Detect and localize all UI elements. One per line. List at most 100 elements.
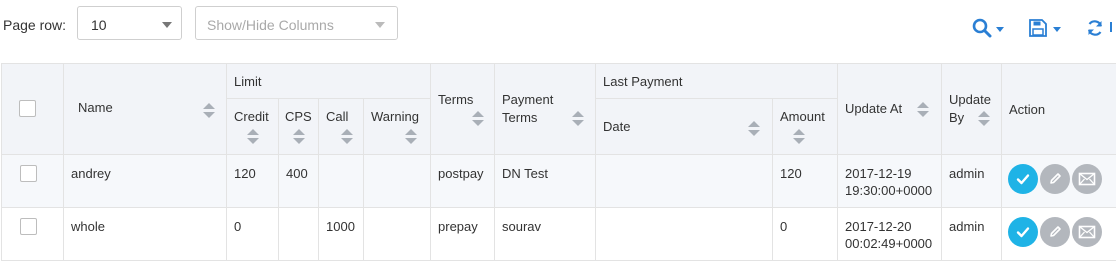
- chevron-down-icon: [162, 22, 172, 28]
- column-group-limit: Limit: [227, 64, 431, 99]
- column-header-date-label: Date: [603, 119, 630, 134]
- cell-date: [596, 155, 773, 208]
- cell-update-at: 2017-12-19 19:30:00+0000: [838, 155, 942, 208]
- column-header-update-at-label: Update At: [845, 101, 902, 116]
- cell-actions: [1002, 155, 1116, 208]
- column-header-amount-label: Amount: [780, 109, 825, 124]
- column-header-update-by-label-2: By: [949, 110, 964, 125]
- table-row: andrey 120 400 postpay DN Test 120 2017-…: [2, 155, 1116, 208]
- clients-table: Name Limit Terms Payment Terms Last Paym…: [1, 63, 1116, 261]
- sort-icon[interactable]: [572, 111, 584, 127]
- sort-icon[interactable]: [341, 129, 353, 145]
- sort-icon[interactable]: [203, 103, 215, 119]
- column-header-update-by[interactable]: Update By: [942, 64, 1002, 155]
- edit-button[interactable]: [1040, 217, 1070, 247]
- row-checkbox[interactable]: [20, 218, 37, 235]
- column-header-call[interactable]: Call: [319, 99, 364, 155]
- sort-icon[interactable]: [978, 111, 990, 127]
- row-select-cell: [2, 208, 64, 261]
- cell-update-by: admin: [942, 155, 1002, 208]
- cell-call: 1000: [319, 208, 364, 261]
- row-select-cell: [2, 155, 64, 208]
- chevron-down-icon: [375, 22, 385, 28]
- column-header-payment-terms-label-2: Terms: [502, 110, 537, 125]
- column-header-payment-terms[interactable]: Payment Terms: [495, 64, 596, 155]
- cell-warning: [364, 208, 431, 261]
- cell-date: [596, 208, 773, 261]
- column-header-update-by-label-1: Update: [949, 92, 991, 107]
- column-header-cps-label: CPS: [285, 109, 312, 124]
- cell-cps: 400: [279, 155, 319, 208]
- select-all-header: [2, 64, 64, 155]
- column-header-terms[interactable]: Terms: [431, 64, 495, 155]
- cell-actions: [1002, 208, 1116, 261]
- cell-warning: [364, 155, 431, 208]
- column-group-limit-label: Limit: [227, 74, 261, 89]
- column-header-amount[interactable]: Amount: [773, 99, 838, 155]
- update-at-date: 2017-12-19: [845, 166, 941, 181]
- check-icon: [1008, 217, 1038, 247]
- column-header-credit[interactable]: Credit: [227, 99, 279, 155]
- overflow-icon: [1110, 22, 1116, 32]
- column-header-cps[interactable]: CPS: [279, 99, 319, 155]
- column-header-credit-label: Credit: [234, 109, 269, 124]
- cell-update-at: 2017-12-20 00:02:49+0000: [838, 208, 942, 261]
- sort-icon[interactable]: [247, 129, 259, 145]
- cell-payment-terms: DN Test: [495, 155, 596, 208]
- chevron-down-icon: [1053, 27, 1061, 32]
- save-button[interactable]: [1029, 19, 1047, 40]
- email-button[interactable]: [1072, 164, 1102, 194]
- email-button[interactable]: [1072, 217, 1102, 247]
- column-header-name[interactable]: Name: [64, 64, 227, 155]
- select-all-checkbox[interactable]: [19, 100, 36, 117]
- column-header-date[interactable]: Date: [596, 99, 773, 155]
- cell-call: [319, 155, 364, 208]
- toolbar: Page row: 10 Show/Hide Columns: [0, 0, 1116, 52]
- page-row-value: 10: [91, 17, 107, 33]
- approve-button[interactable]: [1008, 217, 1038, 247]
- sort-icon[interactable]: [748, 121, 760, 137]
- column-group-last-payment: Last Payment: [596, 64, 838, 99]
- envelope-icon: [1072, 164, 1102, 194]
- update-at-time: 19:30:00+0000: [845, 183, 941, 198]
- column-header-update-at[interactable]: Update At: [838, 64, 942, 155]
- sort-icon[interactable]: [793, 129, 805, 145]
- show-hide-columns-select[interactable]: Show/Hide Columns: [195, 6, 398, 40]
- cell-name: whole: [64, 208, 227, 261]
- cell-update-by: admin: [942, 208, 1002, 261]
- refresh-icon: [1086, 19, 1104, 37]
- chevron-down-icon: [996, 27, 1004, 32]
- edit-button[interactable]: [1040, 164, 1070, 194]
- update-at-date: 2017-12-20: [845, 219, 941, 234]
- page-row-select[interactable]: 10: [77, 6, 182, 40]
- sort-icon[interactable]: [472, 111, 484, 127]
- sort-icon[interactable]: [917, 102, 929, 118]
- row-checkbox[interactable]: [20, 165, 37, 182]
- cell-credit: 120: [227, 155, 279, 208]
- approve-button[interactable]: [1008, 164, 1038, 194]
- search-button[interactable]: [972, 18, 992, 41]
- save-icon: [1029, 19, 1047, 37]
- refresh-button[interactable]: [1086, 19, 1104, 40]
- cell-name: andrey: [64, 155, 227, 208]
- search-icon: [972, 18, 992, 38]
- show-hide-columns-placeholder: Show/Hide Columns: [207, 17, 334, 33]
- column-header-action-label: Action: [1009, 102, 1045, 117]
- column-header-terms-label: Terms: [438, 92, 473, 107]
- cell-payment-terms: sourav: [495, 208, 596, 261]
- cell-cps: [279, 208, 319, 261]
- column-header-name-label: Name: [71, 100, 113, 115]
- column-header-action: Action: [1002, 64, 1116, 155]
- sort-icon[interactable]: [405, 129, 417, 145]
- sort-icon[interactable]: [293, 129, 305, 145]
- cell-amount: 120: [773, 155, 838, 208]
- column-header-warning-label: Warning: [371, 109, 419, 124]
- cell-terms: postpay: [431, 155, 495, 208]
- column-header-warning[interactable]: Warning: [364, 99, 431, 155]
- pencil-icon: [1040, 217, 1070, 247]
- page-row-label: Page row:: [3, 17, 66, 33]
- cell-terms: prepay: [431, 208, 495, 261]
- table-row: whole 0 1000 prepay sourav 0 2017-12-20 …: [2, 208, 1116, 261]
- pencil-icon: [1040, 164, 1070, 194]
- column-group-last-payment-label: Last Payment: [596, 74, 683, 89]
